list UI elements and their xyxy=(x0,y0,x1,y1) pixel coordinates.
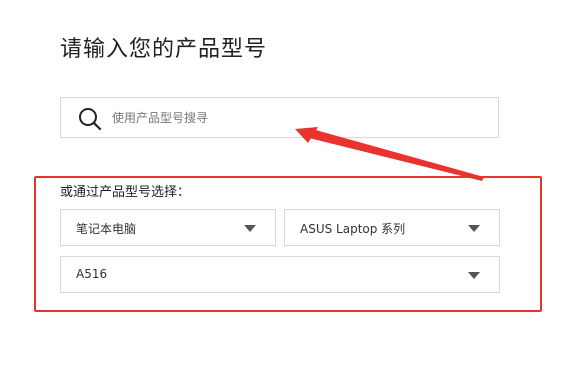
select-by-model-label: 或通过产品型号选择： xyxy=(60,185,191,200)
model-select-value: A516 xyxy=(76,267,108,281)
search-input[interactable] xyxy=(112,98,482,137)
category-select[interactable]: 笔记本电脑 xyxy=(60,209,276,246)
page-title: 请输入您的产品型号 xyxy=(60,37,268,62)
category-select-value: 笔记本电脑 xyxy=(76,222,137,236)
series-select[interactable]: ASUS Laptop 系列 xyxy=(284,209,500,246)
chevron-down-icon xyxy=(244,225,256,232)
chevron-down-icon xyxy=(468,225,480,232)
model-select[interactable]: A516 xyxy=(60,256,500,293)
search-icon[interactable] xyxy=(78,107,102,131)
product-lookup-page: 请输入您的产品型号 或通过产品型号选择： 笔记本电脑 ASUS Laptop 系… xyxy=(0,0,587,381)
series-select-value: ASUS Laptop 系列 xyxy=(300,222,406,236)
chevron-down-icon xyxy=(468,272,480,279)
search-box[interactable] xyxy=(60,97,499,138)
